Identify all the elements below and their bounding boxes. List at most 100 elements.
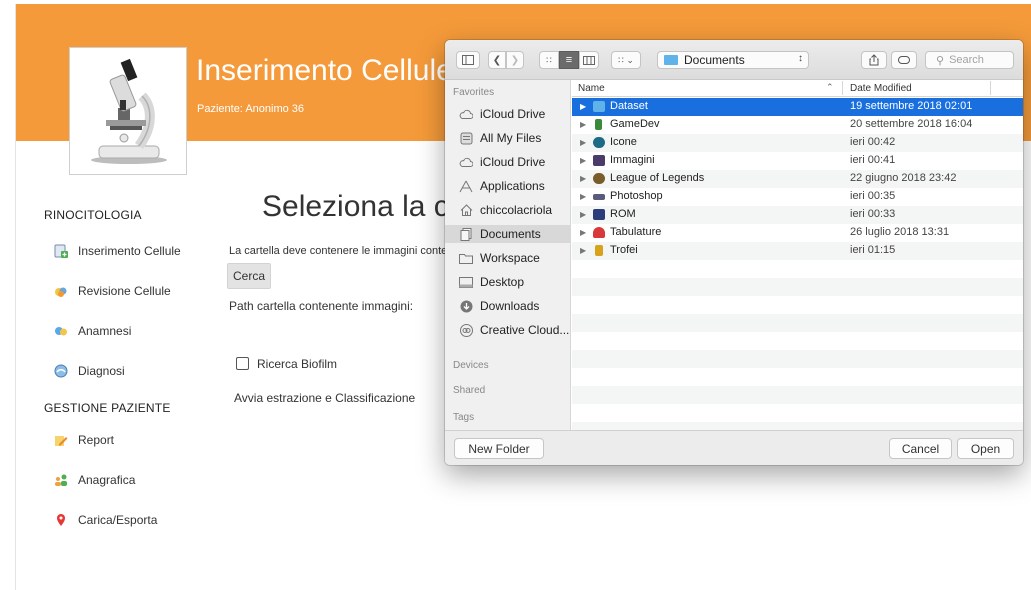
documents-icon bbox=[458, 227, 474, 241]
file-row-photoshop[interactable]: ▶ Photoshop ieri 00:35 bbox=[572, 188, 1023, 206]
sidebar-item-label: iCloud Drive bbox=[480, 107, 546, 121]
sidebar-item-label: Anamnesi bbox=[78, 324, 132, 338]
column-name[interactable]: Name bbox=[578, 83, 605, 94]
empty-row bbox=[572, 314, 1023, 332]
file-row-icone[interactable]: ▶ Icone ieri 00:42 bbox=[572, 134, 1023, 152]
file-date: 19 settembre 2018 02:01 bbox=[850, 100, 973, 112]
search-button[interactable]: Cerca bbox=[227, 263, 271, 289]
sidebar-item-label: Diagnosi bbox=[78, 364, 125, 378]
file-date: ieri 00:42 bbox=[850, 136, 896, 148]
anamnesi-icon bbox=[54, 324, 68, 338]
sidebar-item-label: Carica/Esporta bbox=[78, 513, 158, 527]
chevron-right-icon: ❯ bbox=[510, 54, 520, 66]
tag-icon bbox=[898, 56, 910, 64]
disclosure-triangle-icon: ▶ bbox=[580, 174, 587, 183]
people-icon bbox=[54, 473, 68, 487]
sidebar-item-icloud-drive-2[interactable]: iCloud Drive bbox=[458, 153, 545, 171]
sidebar-item-all-my-files[interactable]: All My Files bbox=[458, 129, 541, 147]
sidebar-item-anamnesi[interactable]: Anamnesi bbox=[54, 322, 131, 340]
cloud-icon bbox=[458, 155, 474, 169]
diagnosis-icon bbox=[54, 364, 68, 378]
sidebar-item-label: Applications bbox=[480, 179, 545, 193]
sidebar-item-diagnosi[interactable]: Diagnosi bbox=[54, 362, 125, 380]
logo bbox=[69, 47, 187, 175]
downloads-icon bbox=[458, 299, 474, 313]
dialog-footer: New Folder Cancel Open bbox=[445, 430, 1023, 465]
sidebar-item-downloads[interactable]: Downloads bbox=[458, 297, 539, 315]
biofilm-label: Ricerca Biofilm bbox=[257, 357, 338, 371]
applications-icon bbox=[458, 179, 474, 193]
sidebar-item-inserimento-cellule[interactable]: Inserimento Cellule bbox=[54, 242, 181, 260]
file-date: 22 giugno 2018 23:42 bbox=[850, 172, 957, 184]
sidebar-toggle-button[interactable] bbox=[456, 51, 480, 69]
insert-doc-icon bbox=[54, 244, 68, 258]
tags-button[interactable] bbox=[891, 51, 917, 69]
sidebar-item-report[interactable]: Report bbox=[54, 431, 114, 449]
sidebar-item-desktop[interactable]: Desktop bbox=[458, 273, 524, 291]
file-list-header: Name ⌃ Date Modified bbox=[572, 80, 1023, 97]
league-folder-icon bbox=[593, 173, 605, 184]
file-name: Immagini bbox=[610, 154, 655, 166]
path-label: Path cartella contenente immagini: bbox=[229, 299, 414, 313]
sidebar-item-applications[interactable]: Applications bbox=[458, 177, 545, 195]
sidebar-toggle-icon bbox=[462, 55, 474, 65]
file-name: Tabulature bbox=[610, 226, 662, 238]
disclosure-triangle-icon: ▶ bbox=[580, 102, 587, 111]
sidebar-item-workspace[interactable]: Workspace bbox=[458, 249, 540, 267]
file-row-gamedev[interactable]: ▶ GameDev 20 settembre 2018 16:04 bbox=[572, 116, 1023, 134]
column-date-modified[interactable]: Date Modified bbox=[850, 83, 912, 94]
file-name: Icone bbox=[610, 136, 637, 148]
home-icon bbox=[458, 203, 474, 217]
biofilm-checkbox[interactable] bbox=[236, 357, 249, 370]
sidebar-item-creative-cloud[interactable]: Creative Cloud... bbox=[458, 321, 569, 339]
all-files-icon bbox=[458, 131, 474, 145]
file-row-league-of-legends[interactable]: ▶ League of Legends 22 giugno 2018 23:42 bbox=[572, 170, 1023, 188]
forward-button[interactable]: ❯ bbox=[506, 51, 524, 69]
folder-icon bbox=[593, 101, 605, 112]
tags-heading: Tags bbox=[453, 412, 475, 423]
file-row-tabulature[interactable]: ▶ Tabulature 26 luglio 2018 13:31 bbox=[572, 224, 1023, 242]
rom-folder-icon bbox=[593, 209, 605, 220]
open-button[interactable]: Open bbox=[957, 438, 1014, 459]
file-list: Name ⌃ Date Modified ▶ Dataset 19 settem… bbox=[572, 80, 1023, 430]
sidebar-item-revisione-cellule[interactable]: Revisione Cellule bbox=[54, 282, 171, 300]
file-name: ROM bbox=[610, 208, 636, 220]
file-row-immagini[interactable]: ▶ Immagini ieri 00:41 bbox=[572, 152, 1023, 170]
updown-chevron-icon: ↕ bbox=[798, 53, 803, 64]
sidebar-item-label: Inserimento Cellule bbox=[78, 244, 181, 258]
sidebar-item-anagrafica[interactable]: Anagrafica bbox=[54, 471, 135, 489]
search-input[interactable]: ⚲ Search bbox=[925, 51, 1014, 69]
list-view-button[interactable]: ≡ bbox=[559, 51, 579, 69]
back-button[interactable]: ❮ bbox=[488, 51, 506, 69]
disclosure-triangle-icon: ▶ bbox=[580, 228, 587, 237]
dialog-toolbar: ❮ ❯ ∷ ≡ ∷ ⌄ Documents ↕ ⚲ Search bbox=[445, 40, 1023, 80]
icon-view-button[interactable]: ∷ bbox=[539, 51, 559, 69]
sidebar-section-rinocitologia: RINOCITOLOGIA bbox=[44, 208, 142, 222]
start-extraction-label[interactable]: Avvia estrazione e Classificazione bbox=[234, 391, 415, 405]
file-date: 20 settembre 2018 16:04 bbox=[850, 118, 973, 130]
disclosure-triangle-icon: ▶ bbox=[580, 192, 587, 201]
sidebar-item-home[interactable]: chiccolacriola bbox=[458, 201, 552, 219]
new-folder-button[interactable]: New Folder bbox=[454, 438, 544, 459]
file-row-dataset[interactable]: ▶ Dataset 19 settembre 2018 02:01 bbox=[572, 98, 1023, 116]
sidebar-item-documents[interactable]: Documents bbox=[445, 225, 570, 243]
empty-row bbox=[572, 332, 1023, 350]
cancel-button[interactable]: Cancel bbox=[889, 438, 952, 459]
sidebar-item-label: Documents bbox=[480, 227, 541, 241]
sidebar-item-icloud-drive[interactable]: iCloud Drive bbox=[458, 105, 545, 123]
page-title: Inserimento Cellule bbox=[196, 54, 453, 87]
location-dropdown[interactable]: Documents ↕ bbox=[657, 51, 809, 69]
file-row-trofei[interactable]: ▶ Trofei ieri 01:15 bbox=[572, 242, 1023, 260]
sidebar-item-carica-esporta[interactable]: Carica/Esporta bbox=[54, 511, 157, 529]
share-icon bbox=[869, 54, 879, 66]
arrange-button[interactable]: ∷ ⌄ bbox=[611, 51, 641, 69]
pencil-icon bbox=[54, 433, 68, 447]
column-view-button[interactable] bbox=[579, 51, 599, 69]
file-row-rom[interactable]: ▶ ROM ieri 00:33 bbox=[572, 206, 1023, 224]
empty-row bbox=[572, 386, 1023, 404]
share-button[interactable] bbox=[861, 51, 887, 69]
cloud-icon bbox=[458, 107, 474, 121]
arrange-icon: ∷ ⌄ bbox=[618, 54, 634, 65]
trophy-icon bbox=[595, 245, 603, 256]
sidebar-item-label: All My Files bbox=[480, 131, 542, 145]
